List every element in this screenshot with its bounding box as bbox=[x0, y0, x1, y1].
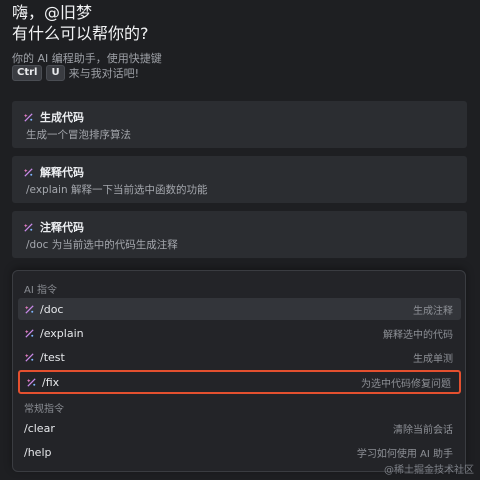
command-hint: 生成注释 bbox=[413, 305, 453, 317]
command-name: /explain bbox=[40, 326, 84, 340]
command-popup: AI 指令 /doc 生成注释 /explain 解释选中的代码 /test 生… bbox=[12, 270, 466, 472]
sparkle-icon bbox=[24, 328, 34, 338]
command-hint: 为选中代码修复问题 bbox=[361, 378, 451, 390]
command-name: /help bbox=[24, 445, 52, 459]
command-hint: 解释选中的代码 bbox=[383, 329, 453, 341]
card-desc: /explain 解释一下当前选中函数的功能 bbox=[26, 184, 208, 196]
ctrl-key: Ctrl bbox=[12, 65, 43, 81]
card-title: 生成代码 bbox=[40, 111, 84, 124]
sparkle-icon bbox=[23, 167, 33, 177]
command-help[interactable]: /help 学习如何使用 AI 助手 bbox=[18, 441, 461, 463]
sparkle-icon bbox=[23, 112, 33, 122]
greeting: 嗨，@旧梦 bbox=[12, 3, 93, 22]
subtitle: 有什么可以帮你的? bbox=[12, 24, 149, 43]
card-desc: 生成一个冒泡排序算法 bbox=[26, 129, 131, 141]
command-test[interactable]: /test 生成单测 bbox=[18, 346, 461, 368]
command-hint: 清除当前会话 bbox=[393, 424, 453, 436]
command-clear[interactable]: /clear 清除当前会话 bbox=[18, 417, 461, 439]
command-hint: 学习如何使用 AI 助手 bbox=[356, 448, 453, 460]
card-generate-code[interactable]: 生成代码 生成一个冒泡排序算法 bbox=[12, 101, 467, 148]
card-explain-code[interactable]: 解释代码 /explain 解释一下当前选中函数的功能 bbox=[12, 156, 467, 203]
shortcut-line: Ctrl U 来与我对话吧! bbox=[12, 65, 139, 81]
sparkle-icon bbox=[24, 352, 34, 362]
command-fix[interactable]: /fix 为选中代码修复问题 bbox=[18, 370, 461, 394]
command-doc[interactable]: /doc 生成注释 bbox=[18, 298, 461, 320]
command-hint: 生成单测 bbox=[413, 353, 453, 365]
card-title: 解释代码 bbox=[40, 166, 84, 179]
header: 嗨，@旧梦 有什么可以帮你的? bbox=[12, 2, 149, 44]
intro-suffix: 来与我对话吧! bbox=[68, 67, 140, 80]
command-name: /test bbox=[40, 350, 65, 364]
ai-commands-label: AI 指令 bbox=[24, 285, 57, 296]
command-name: /doc bbox=[40, 302, 64, 316]
watermark: @稀土掘金技术社区 bbox=[384, 465, 474, 476]
command-name: /clear bbox=[24, 421, 55, 435]
sparkle-icon bbox=[26, 377, 36, 387]
card-comment-code[interactable]: 注释代码 /doc 为当前选中的代码生成注释 bbox=[12, 211, 467, 258]
u-key: U bbox=[46, 65, 65, 81]
command-explain[interactable]: /explain 解释选中的代码 bbox=[18, 322, 461, 344]
sparkle-icon bbox=[23, 222, 33, 232]
common-commands-label: 常规指令 bbox=[24, 404, 64, 415]
command-name: /fix bbox=[42, 375, 60, 389]
sparkle-icon bbox=[24, 304, 34, 314]
card-desc: /doc 为当前选中的代码生成注释 bbox=[26, 239, 178, 251]
card-title: 注释代码 bbox=[40, 221, 84, 234]
